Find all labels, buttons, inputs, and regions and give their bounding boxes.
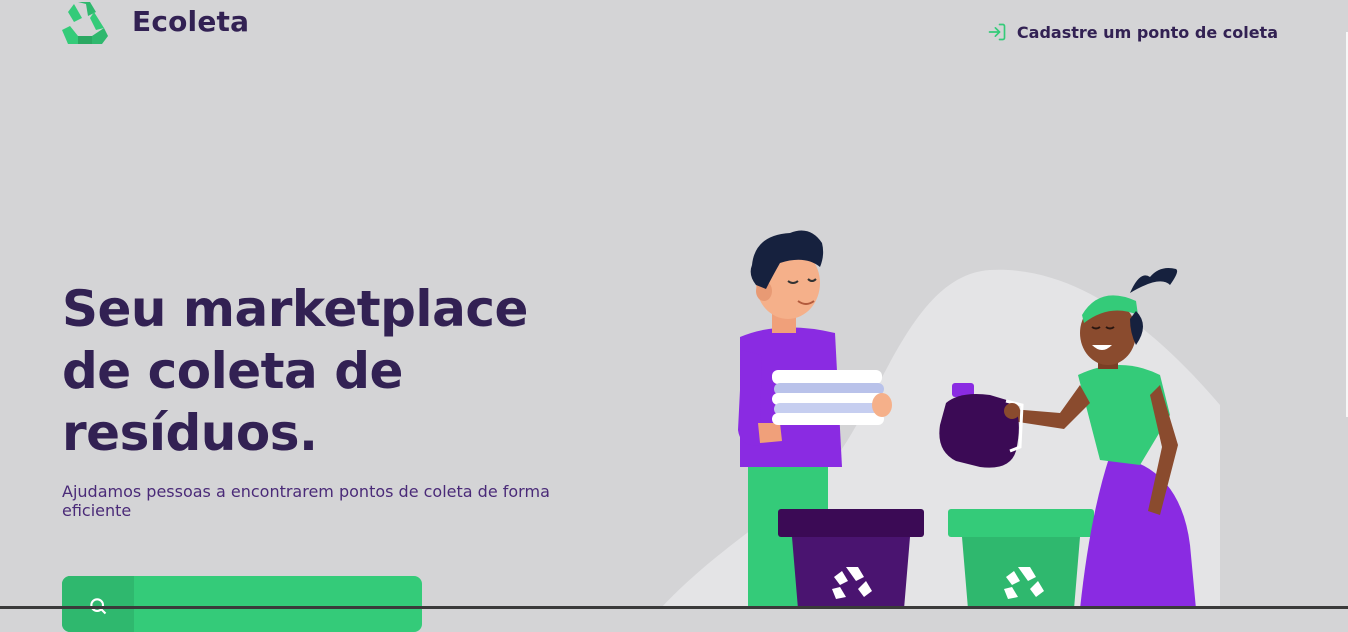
green-recycle-bin [948, 509, 1094, 609]
logo[interactable]: Ecoleta [60, 0, 249, 46]
brand-name: Ecoleta [132, 4, 250, 38]
hero-description: Ajudamos pessoas a encontrarem pontos de… [62, 482, 550, 520]
recycle-icon [62, 2, 108, 44]
purple-recycle-bin [778, 509, 924, 609]
people-recycling-illustration [660, 230, 1220, 609]
hero-title: Seu marketplace de coleta de resíduos. [62, 280, 528, 462]
register-point-label: Cadastre um ponto de coleta [1016, 22, 1278, 42]
log-in-icon [988, 23, 1006, 41]
search-icon-container [62, 576, 134, 632]
register-point-link[interactable]: Cadastre um ponto de coleta [987, 22, 1278, 42]
search-points-label [134, 576, 422, 632]
search-points-button[interactable] [62, 576, 422, 632]
